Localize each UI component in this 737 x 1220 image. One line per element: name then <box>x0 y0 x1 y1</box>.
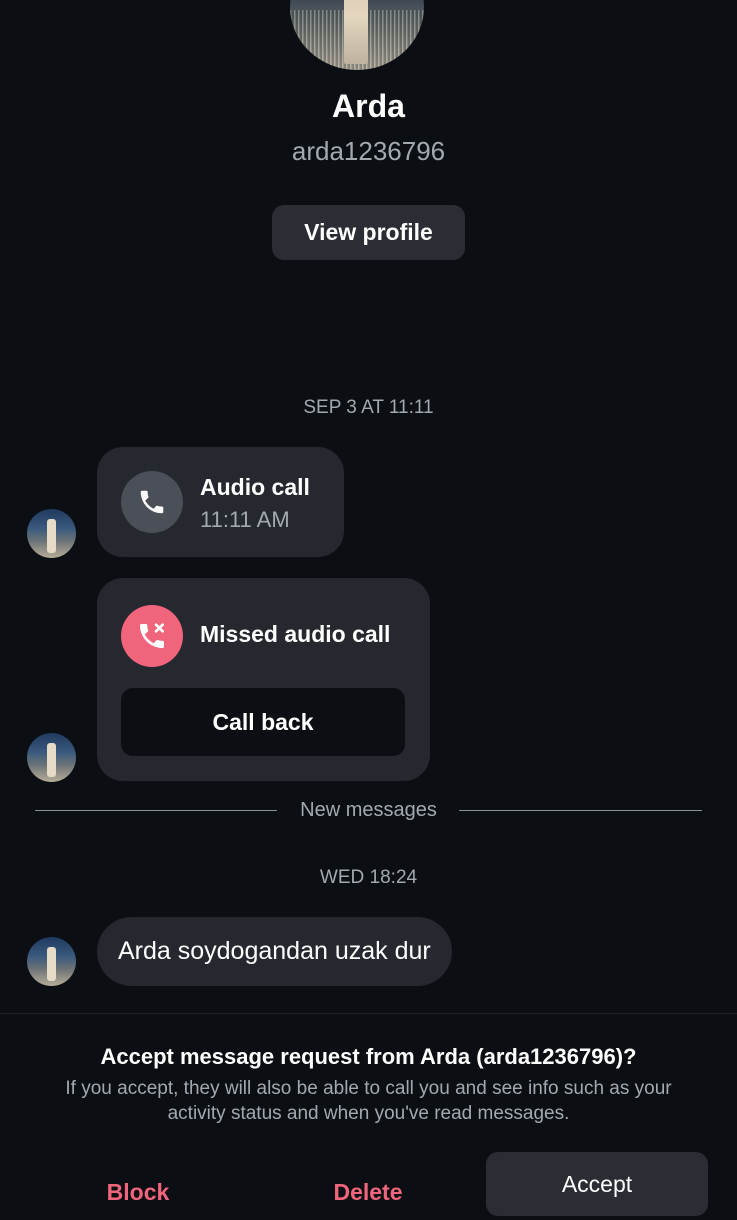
avatar[interactable] <box>27 733 76 782</box>
avatar-figure <box>47 743 56 777</box>
delete-button[interactable]: Delete <box>278 1164 458 1220</box>
accept-button[interactable]: Accept <box>486 1152 708 1216</box>
audio-call-card[interactable]: Audio call 11:11 AM <box>97 447 344 557</box>
avatar-figure <box>47 947 56 981</box>
message-bubble[interactable]: Arda soydogandan uzak dur <box>97 917 452 986</box>
missed-call-icon-glyph <box>140 623 164 648</box>
divider-line-right <box>459 810 702 811</box>
block-button[interactable]: Block <box>48 1164 228 1220</box>
missed-call-icon <box>121 605 183 667</box>
phone-icon <box>121 471 183 533</box>
missed-call-title: Missed audio call <box>200 621 391 647</box>
call-back-button[interactable]: Call back <box>121 688 405 756</box>
request-title: Accept message request from Arda (arda12… <box>100 1044 637 1069</box>
avatar[interactable] <box>27 937 76 986</box>
timestamp-wed: WED 18:24 <box>319 867 418 888</box>
view-profile-button[interactable]: View profile <box>272 205 465 260</box>
profile-username: arda1236796 <box>291 136 446 166</box>
profile-name: Arda <box>332 88 405 124</box>
request-info: If you accept, they will also be able to… <box>65 1078 672 1124</box>
phone-icon-glyph <box>140 490 164 514</box>
missed-call-card: Missed audio call Call back <box>97 578 430 781</box>
audio-call-time: 11:11 AM <box>200 507 290 532</box>
timestamp-sep-3: SEP 3 AT 11:11 <box>303 397 434 418</box>
audio-call-title: Audio call <box>200 474 310 500</box>
profile-photo-figure <box>344 0 368 64</box>
avatar[interactable] <box>27 509 76 558</box>
avatar-figure <box>47 519 56 553</box>
profile-photo[interactable] <box>290 0 424 70</box>
message-request-panel: Accept message request from Arda (arda12… <box>0 1013 737 1216</box>
